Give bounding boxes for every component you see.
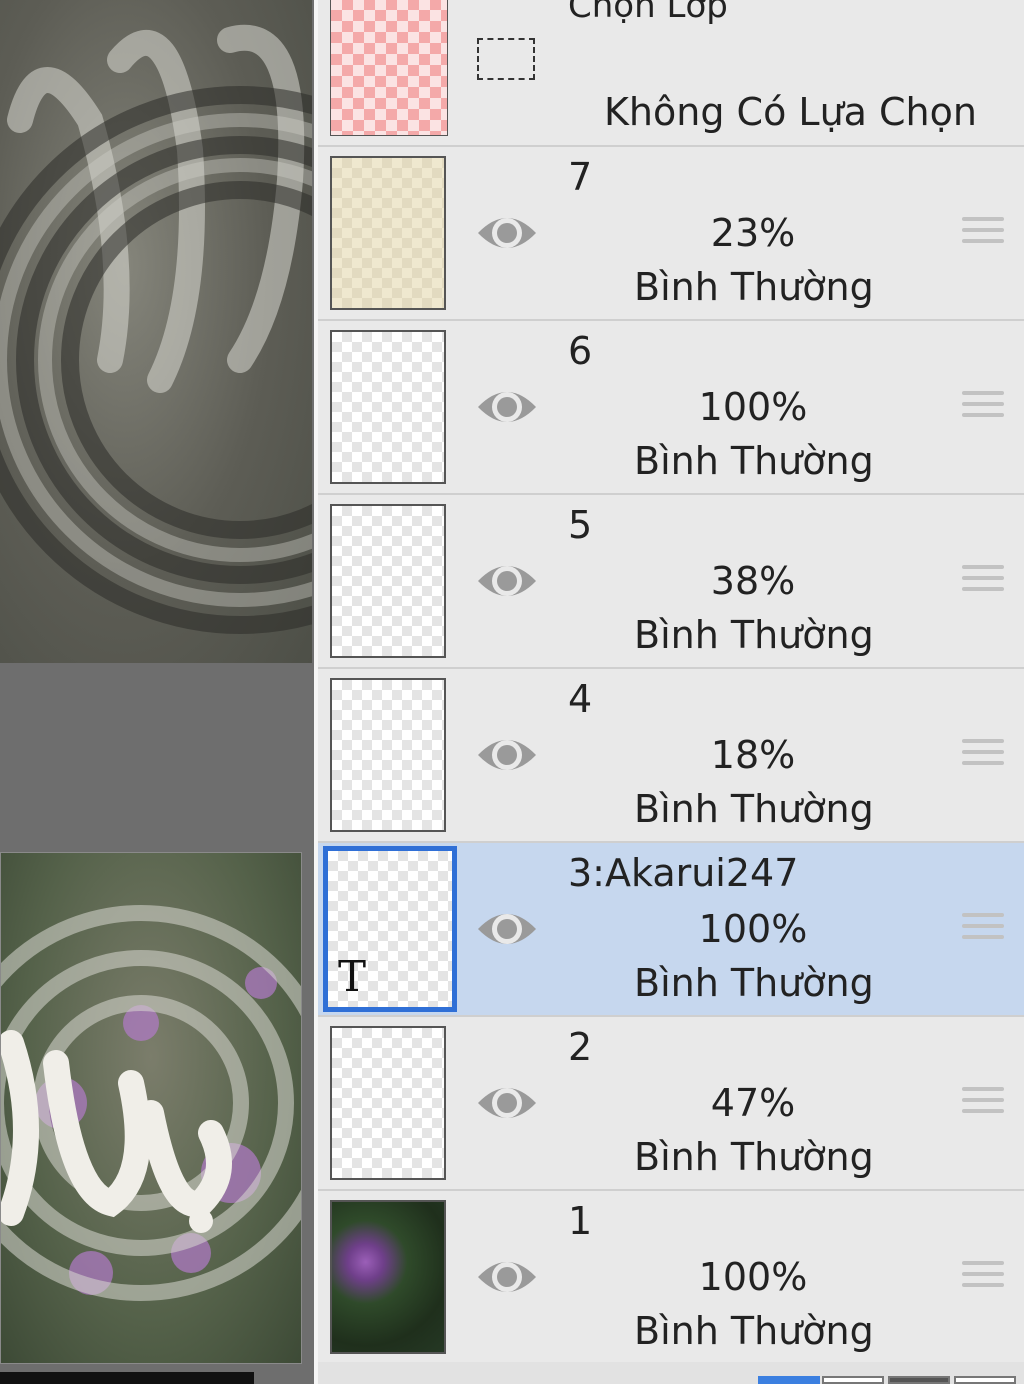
layer-thumbnail[interactable]: T bbox=[323, 846, 457, 1012]
layer-blend-mode[interactable]: Bình Thường bbox=[634, 961, 874, 1005]
canvas-artwork-thumbnail bbox=[0, 852, 302, 1364]
layer-name: 1 bbox=[568, 1199, 593, 1243]
layer-blend-mode[interactable]: Bình Thường bbox=[634, 265, 874, 309]
drag-handle-icon[interactable] bbox=[962, 217, 1004, 249]
visibility-eye-icon[interactable] bbox=[476, 1077, 538, 1129]
layer-blend-mode[interactable]: Bình Thường bbox=[634, 613, 874, 657]
layer-row[interactable]: 4 18% Bình Thường bbox=[318, 669, 1024, 843]
layer-blend-mode[interactable]: Bình Thường bbox=[634, 1135, 874, 1179]
text-layer-icon: T bbox=[338, 952, 367, 1001]
canvas-artwork-top bbox=[0, 0, 312, 663]
dashed-rect-select-icon[interactable] bbox=[477, 38, 535, 80]
drag-handle-icon[interactable] bbox=[962, 739, 1004, 771]
layer-select-header[interactable]: Chọn Lớp Không Có Lựa Chọn bbox=[318, 0, 1024, 147]
layer-thumbnail[interactable] bbox=[330, 504, 446, 658]
layer-thumbnail[interactable] bbox=[330, 678, 446, 832]
layer-blend-mode[interactable]: Bình Thường bbox=[634, 439, 874, 483]
selection-layer-thumbnail[interactable] bbox=[330, 0, 448, 136]
selection-status: Không Có Lựa Chọn bbox=[604, 90, 977, 134]
layer-opacity[interactable]: 23% bbox=[648, 211, 858, 255]
bottom-tab-4[interactable] bbox=[954, 1376, 1016, 1384]
layer-blend-mode[interactable]: Bình Thường bbox=[634, 787, 874, 831]
layer-row[interactable]: T 3:Akarui247 100% Bình Thường bbox=[318, 843, 1024, 1017]
bottom-tab-3[interactable] bbox=[888, 1376, 950, 1384]
layer-row[interactable]: 2 47% Bình Thường bbox=[318, 1017, 1024, 1191]
visibility-eye-icon[interactable] bbox=[476, 381, 538, 433]
layer-row[interactable]: 1 100% Bình Thường bbox=[318, 1191, 1024, 1365]
drag-handle-icon[interactable] bbox=[962, 565, 1004, 597]
layer-thumbnail[interactable] bbox=[330, 1200, 446, 1354]
drag-handle-icon[interactable] bbox=[962, 913, 1004, 945]
layer-panel: Chọn Lớp Không Có Lựa Chọn 7 23% Bình Thườ… bbox=[318, 0, 1024, 1384]
layer-row[interactable]: 7 23% Bình Thường bbox=[318, 147, 1024, 321]
layer-opacity[interactable]: 100% bbox=[648, 907, 858, 951]
layer-name: 7 bbox=[568, 155, 593, 199]
drag-handle-icon[interactable] bbox=[962, 1087, 1004, 1119]
layer-thumbnail[interactable] bbox=[330, 1026, 446, 1180]
layer-thumbnail[interactable] bbox=[330, 156, 446, 310]
drag-handle-icon[interactable] bbox=[962, 391, 1004, 423]
layer-opacity[interactable]: 100% bbox=[648, 385, 858, 429]
layer-opacity[interactable]: 100% bbox=[648, 1255, 858, 1299]
layer-name: 3:Akarui247 bbox=[568, 851, 799, 895]
bottom-tab-1[interactable] bbox=[758, 1376, 820, 1384]
layer-opacity[interactable]: 47% bbox=[648, 1081, 858, 1125]
layer-select-title: Chọn Lớp bbox=[568, 0, 728, 26]
canvas-preview[interactable] bbox=[0, 0, 314, 1384]
layer-opacity[interactable]: 18% bbox=[648, 733, 858, 777]
canvas-bottom-strip bbox=[0, 1372, 254, 1384]
layer-name: 4 bbox=[568, 677, 593, 721]
visibility-eye-icon[interactable] bbox=[476, 555, 538, 607]
visibility-eye-icon[interactable] bbox=[476, 903, 538, 955]
layer-blend-mode[interactable]: Bình Thường bbox=[634, 1309, 874, 1353]
layer-name: 2 bbox=[568, 1025, 593, 1069]
layer-row[interactable]: 6 100% Bình Thường bbox=[318, 321, 1024, 495]
layer-row[interactable]: 5 38% Bình Thường bbox=[318, 495, 1024, 669]
bottom-tab-2[interactable] bbox=[822, 1376, 884, 1384]
drag-handle-icon[interactable] bbox=[962, 1261, 1004, 1293]
layer-name: 5 bbox=[568, 503, 593, 547]
visibility-eye-icon[interactable] bbox=[476, 729, 538, 781]
visibility-eye-icon[interactable] bbox=[476, 207, 538, 259]
layer-name: 6 bbox=[568, 329, 593, 373]
layer-thumbnail[interactable] bbox=[330, 330, 446, 484]
layer-panel-bottom-bar bbox=[318, 1362, 1024, 1384]
visibility-eye-icon[interactable] bbox=[476, 1251, 538, 1303]
layer-opacity[interactable]: 38% bbox=[648, 559, 858, 603]
